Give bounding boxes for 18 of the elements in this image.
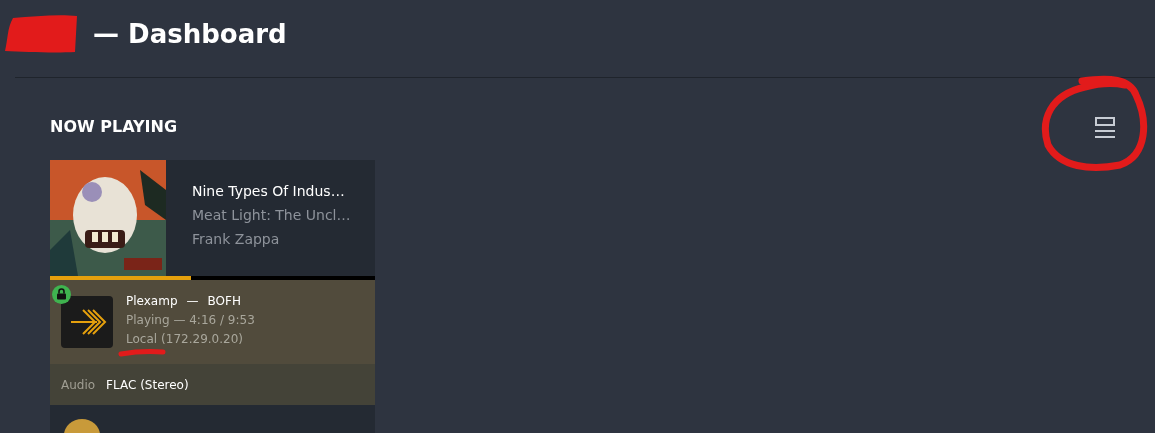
view-toggle-icon[interactable] xyxy=(1095,114,1117,140)
player-logo-icon xyxy=(61,296,113,348)
user-name: BOFH xyxy=(207,293,241,310)
track-title[interactable]: Nine Types Of Indus… xyxy=(192,181,351,202)
separator-text: — xyxy=(186,293,199,310)
detail-label: Audio xyxy=(61,376,96,394)
page-title: — Dashboard xyxy=(93,18,287,51)
artist-name[interactable]: Frank Zappa xyxy=(192,229,351,250)
section-title: NOW PLAYING xyxy=(50,116,178,138)
ip-address: (172.29.0.20) xyxy=(161,331,243,348)
player-name: Plexamp xyxy=(126,293,178,310)
detail-value: FLAC (Stereo) xyxy=(106,376,189,394)
lock-icon xyxy=(52,285,71,304)
playback-status: Playing — 4:16 / 9:53 xyxy=(126,312,255,329)
avatar-icon xyxy=(64,419,100,433)
underline-mark xyxy=(118,348,166,358)
location-label: Local xyxy=(126,331,158,348)
album-title[interactable]: Meat Light: The Uncl… xyxy=(192,205,351,226)
